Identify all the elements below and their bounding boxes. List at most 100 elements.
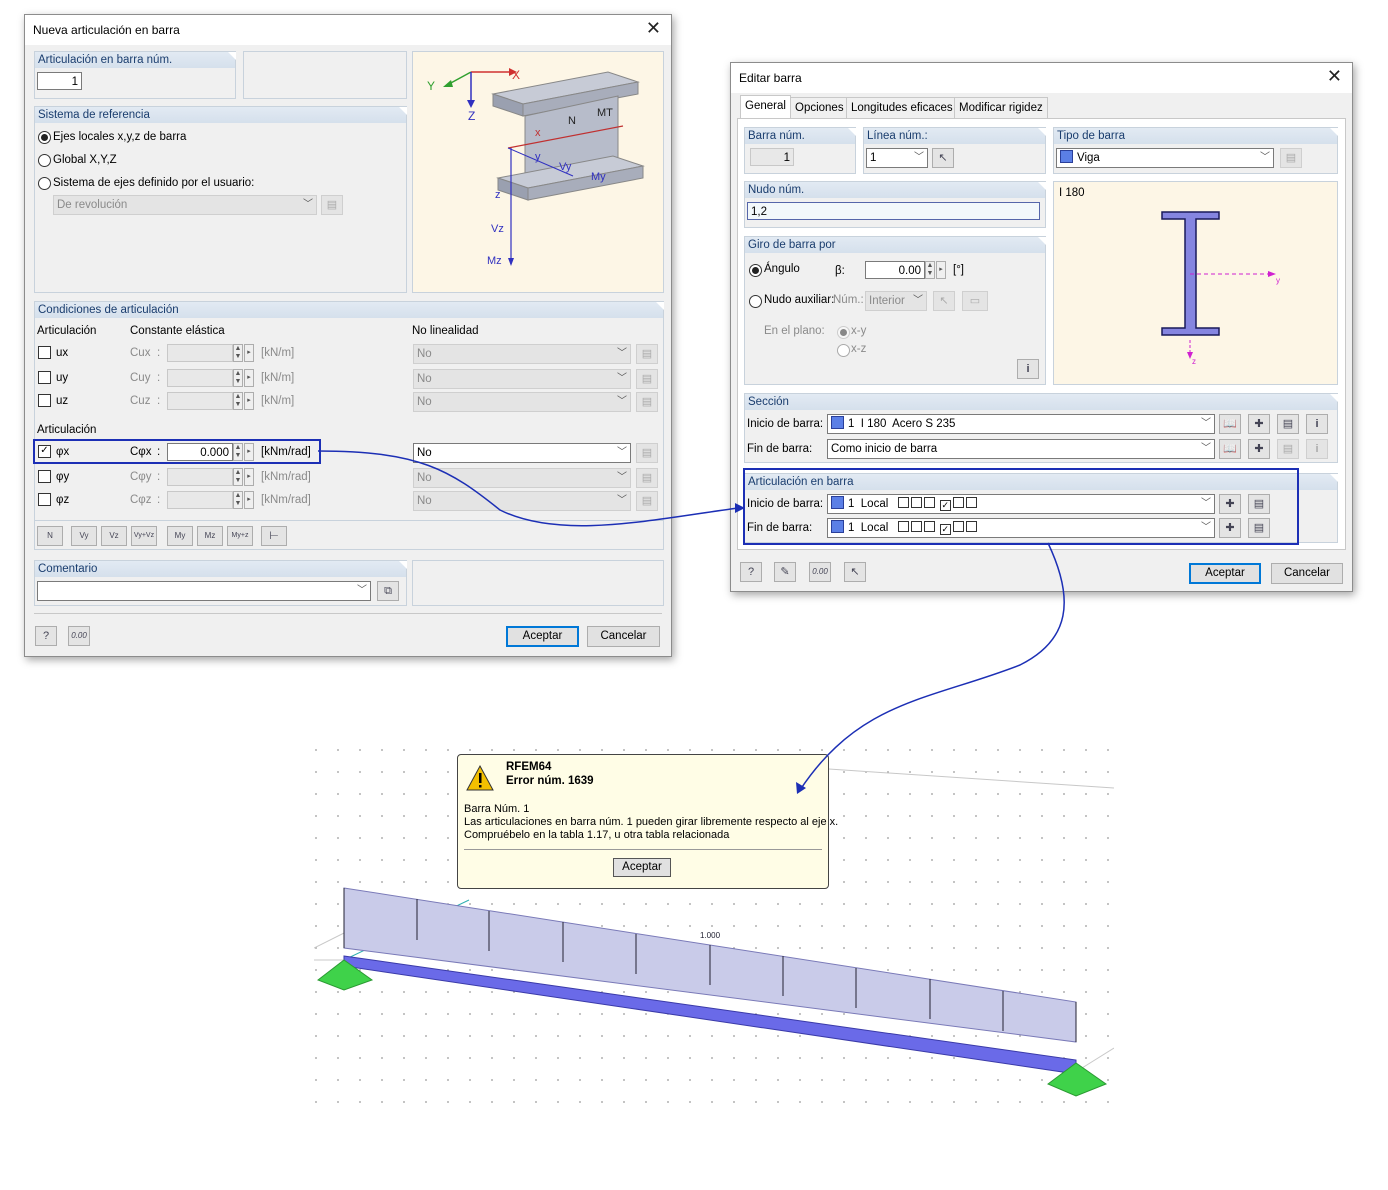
cphiy-field[interactable] <box>167 468 233 486</box>
pick-line-button[interactable]: ↖ <box>932 148 954 168</box>
beta-field[interactable]: 0.00 <box>865 261 925 279</box>
cphiz-more[interactable]: ▸ <box>244 491 254 509</box>
phiy-nonlinear-combo[interactable]: No ﹀ <box>413 468 631 488</box>
quick-mz-button[interactable]: Mz <box>197 526 223 546</box>
beta-spinner[interactable]: ▲ ▼ <box>925 261 935 279</box>
end-section-library-button[interactable]: 📖 <box>1219 439 1241 459</box>
section-start-combo[interactable]: 1 I 180 Acero S 235 ﹀ <box>827 414 1215 434</box>
phiz-checkbox[interactable] <box>38 493 51 506</box>
ux-nonlinear-edit-button[interactable]: ▤ <box>636 344 658 364</box>
pick-node-button[interactable]: ↖ <box>933 291 955 311</box>
plane-xz-radio[interactable] <box>837 344 850 357</box>
dialog-titlebar: Editar barra ✕ <box>731 63 1352 93</box>
user-axes-combo[interactable]: De revolución ﹀ <box>53 195 317 215</box>
uy-checkbox[interactable] <box>38 371 51 384</box>
tab-general[interactable]: General <box>740 95 791 118</box>
quick-vyvz-button[interactable]: Vy+Vz <box>131 526 157 546</box>
node-number-field[interactable]: 1,2 <box>747 202 1040 220</box>
edit-axes-button[interactable]: ▤ <box>321 195 343 215</box>
num-label: Núm.: <box>833 294 864 306</box>
quick-clear-button[interactable]: ⊢ <box>261 526 287 546</box>
uy-nonlinear-combo[interactable]: No ﹀ <box>413 369 631 389</box>
cphiy-label: Cφy <box>130 471 152 483</box>
help-icon[interactable]: ? <box>35 626 57 646</box>
cphiz-spinner[interactable]: ▲ ▼ <box>233 491 243 509</box>
quick-myz-button[interactable]: My+z <box>227 526 253 546</box>
pick-icon[interactable]: ↖ <box>844 562 866 582</box>
plane-xy-radio[interactable] <box>837 326 850 339</box>
ux-nonlinear-combo[interactable]: No ﹀ <box>413 344 631 364</box>
cuz-more[interactable]: ▸ <box>244 392 254 410</box>
quick-n-button[interactable]: N <box>37 526 63 546</box>
phiy-nonlinear-edit-button[interactable]: ▤ <box>636 468 658 488</box>
tab-options[interactable]: Opciones <box>790 97 849 118</box>
quick-my-button[interactable]: My <box>167 526 193 546</box>
phix-nonlinear-combo[interactable]: No ﹀ <box>413 443 631 463</box>
ux-checkbox[interactable] <box>38 346 51 359</box>
axis-Vz-label: Vz <box>491 223 504 235</box>
cuz-spinner[interactable]: ▲ ▼ <box>233 392 243 410</box>
beta-more[interactable]: ▸ <box>936 261 946 279</box>
phiz-nonlinear-combo[interactable]: No ﹀ <box>413 491 631 511</box>
units-button[interactable]: 0.00 <box>68 626 90 646</box>
cuy-more[interactable]: ▸ <box>244 369 254 387</box>
global-axes-radio[interactable] <box>38 154 51 167</box>
info-icon[interactable]: i <box>1017 359 1039 379</box>
cuy-spinner[interactable]: ▲ ▼ <box>233 369 243 387</box>
section-end-combo[interactable]: Como inicio de barra ﹀ <box>827 439 1215 459</box>
help-icon[interactable]: ? <box>740 562 762 582</box>
member-type-combo[interactable]: Viga ﹀ <box>1056 148 1274 168</box>
end-section-new-button[interactable]: ✚ <box>1248 439 1270 459</box>
cux-spinner[interactable]: ▲ ▼ <box>233 344 243 362</box>
uz-nonlinear-edit-button[interactable]: ▤ <box>636 392 658 412</box>
units-button[interactable]: 0.00 <box>809 562 831 582</box>
phix-nonlinear-edit-button[interactable]: ▤ <box>636 443 658 463</box>
cuz-field[interactable] <box>167 392 233 410</box>
aux-node-combo[interactable]: Interior ﹀ <box>865 291 927 311</box>
new-node-button[interactable]: ▭ <box>962 291 988 311</box>
dialog-title: Nueva articulación en barra <box>33 23 180 37</box>
cphiz-field[interactable] <box>167 491 233 509</box>
cphiy-more[interactable]: ▸ <box>244 468 254 486</box>
uz-checkbox[interactable] <box>38 394 51 407</box>
uz-nonlinear-combo[interactable]: No ﹀ <box>413 392 631 412</box>
cancel-button[interactable]: Cancelar <box>1271 563 1343 584</box>
section-new-button[interactable]: ✚ <box>1248 414 1270 434</box>
phiz-nonlinear-edit-button[interactable]: ▤ <box>636 491 658 511</box>
phiy-checkbox[interactable] <box>38 470 51 483</box>
plane-xz-label: x-z <box>851 343 867 355</box>
tab-effective-lengths[interactable]: Longitudes eficaces <box>846 97 958 118</box>
quick-vy-button[interactable]: Vy <box>71 526 97 546</box>
tab-modify-stiffness[interactable]: Modificar rigidez <box>954 97 1048 118</box>
aux-node-radio[interactable] <box>749 295 762 308</box>
uy-nonlinear-edit-button[interactable]: ▤ <box>636 369 658 389</box>
cuy-field[interactable] <box>167 369 233 387</box>
quick-vz-button[interactable]: Vz <box>101 526 127 546</box>
user-axes-radio[interactable] <box>38 177 51 190</box>
end-section-info-icon[interactable]: i <box>1306 439 1328 459</box>
member-number-field[interactable]: 1 <box>750 148 794 166</box>
cux-field[interactable] <box>167 344 233 362</box>
ok-button[interactable]: Aceptar <box>1189 563 1261 584</box>
section-library-button[interactable]: 📖 <box>1219 414 1241 434</box>
comment-library-button[interactable]: ⧉ <box>377 581 399 601</box>
end-section-edit-button[interactable]: ▤ <box>1277 439 1299 459</box>
section-edit-button[interactable]: ▤ <box>1277 414 1299 434</box>
close-icon[interactable]: ✕ <box>1327 67 1342 85</box>
divider <box>34 613 662 614</box>
hinge-number-field[interactable]: 1 <box>37 72 82 90</box>
section-info-icon[interactable]: i <box>1306 414 1328 434</box>
panel-header: Tipo de barra <box>1054 128 1338 144</box>
cux-more[interactable]: ▸ <box>244 344 254 362</box>
cancel-button[interactable]: Cancelar <box>587 626 660 647</box>
comment-combo[interactable]: ﹀ <box>37 581 371 601</box>
cphiy-spinner[interactable]: ▲ ▼ <box>233 468 243 486</box>
member-type-edit-button[interactable]: ▤ <box>1280 148 1302 168</box>
local-axes-radio[interactable] <box>38 131 51 144</box>
ok-button[interactable]: Aceptar <box>506 626 579 647</box>
edit-icon[interactable]: ✎ <box>774 562 796 582</box>
close-icon[interactable]: ✕ <box>646 19 661 37</box>
message-ok-button[interactable]: Aceptar <box>613 858 671 877</box>
angle-radio[interactable] <box>749 264 762 277</box>
line-number-combo[interactable]: 1 ﹀ <box>866 148 928 168</box>
